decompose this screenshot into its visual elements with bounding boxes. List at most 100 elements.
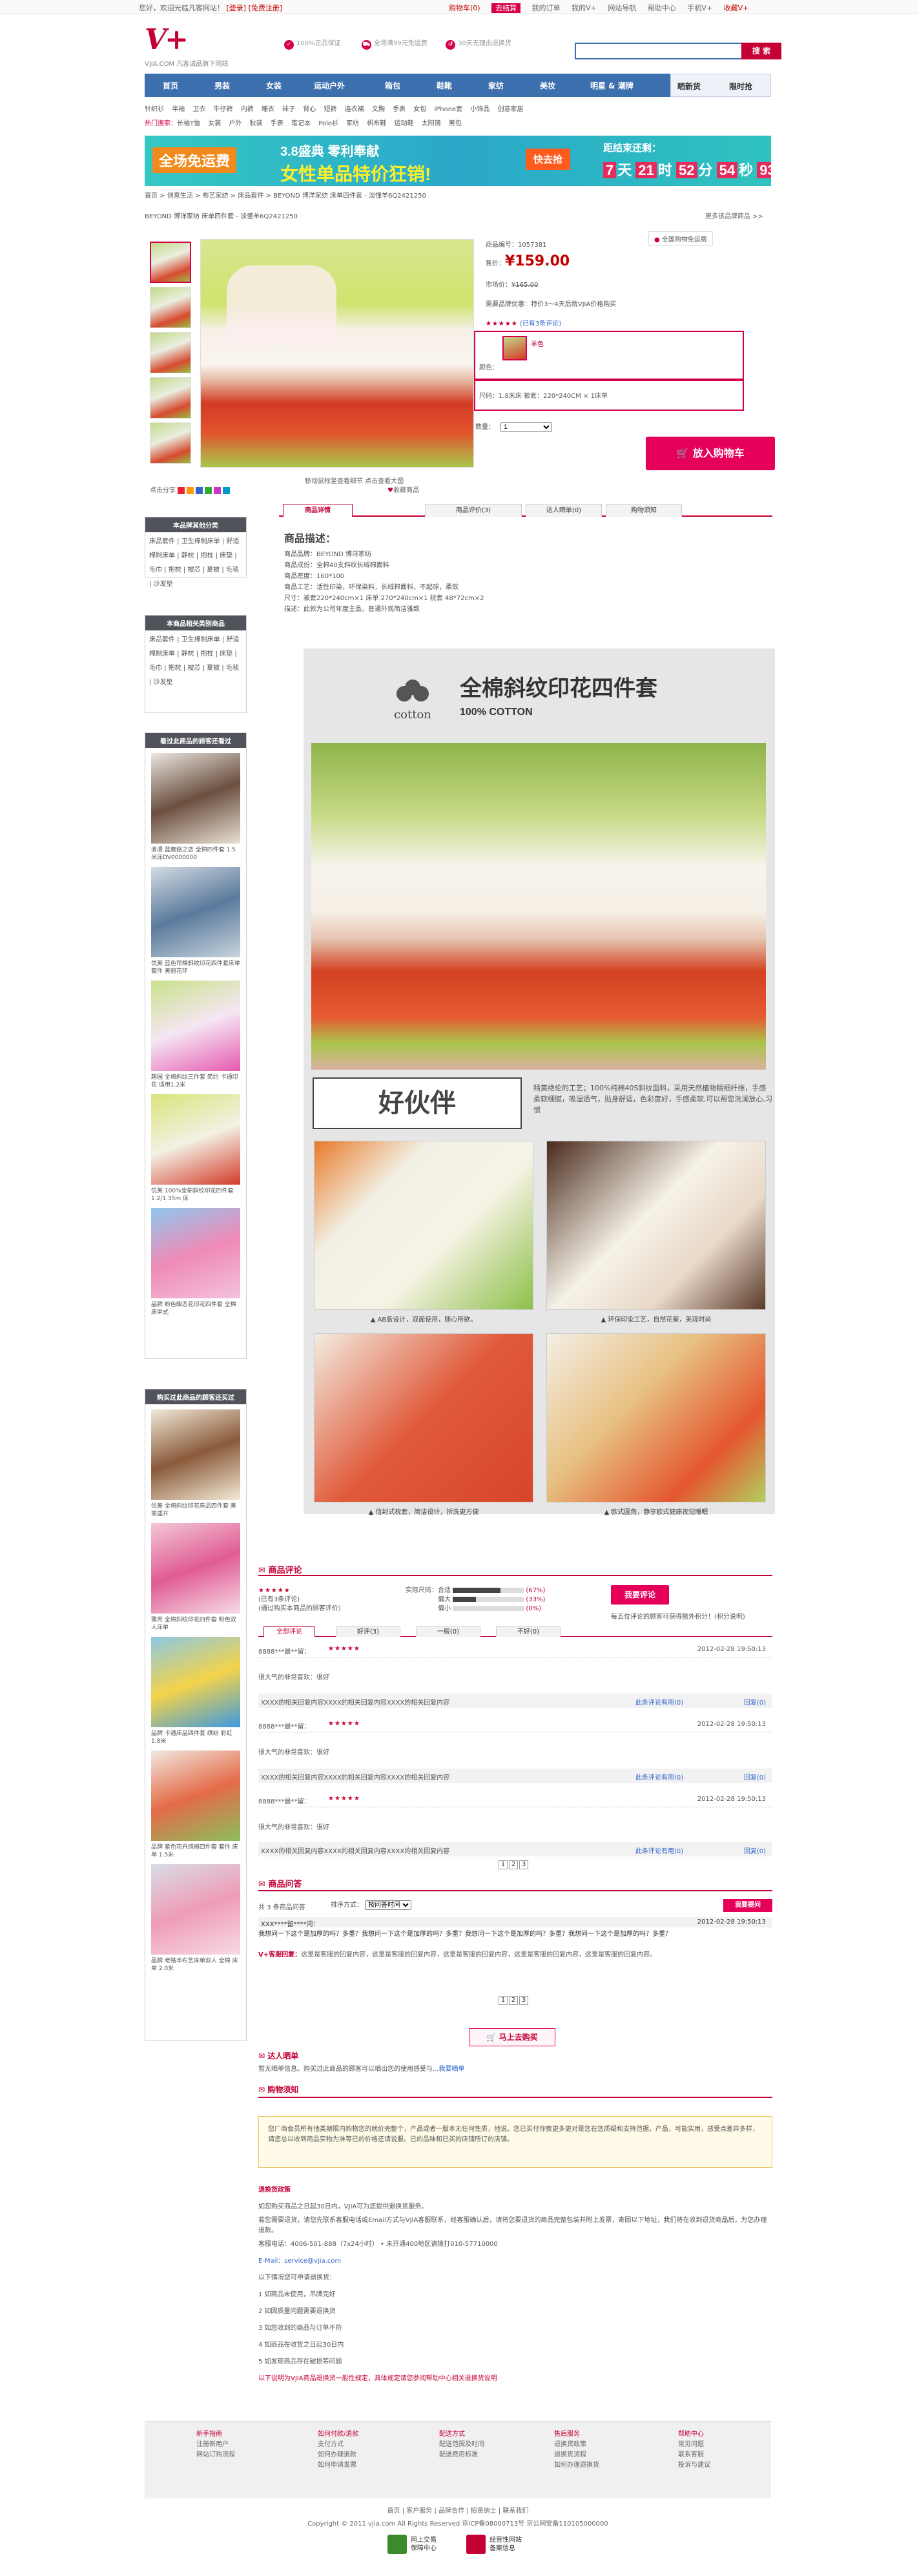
checkout-button[interactable]: 去结算 (491, 3, 521, 13)
reply-link[interactable]: 回复(0) (744, 1772, 766, 1781)
product-thumb[interactable] (151, 1094, 240, 1185)
share-icon[interactable] (223, 486, 230, 494)
thumbnail[interactable] (150, 287, 191, 328)
write-review-button[interactable]: 我要评论 (611, 1585, 669, 1605)
thumbnail[interactable] (150, 377, 191, 419)
side-product[interactable]: 品牌 粉色蝶恋花印花四件套 全棉 床单式 (151, 1208, 240, 1316)
help-link[interactable]: 帮助中心 (648, 4, 676, 12)
trust-badge[interactable]: 经营性网站 备案信息 (466, 2535, 522, 2554)
useful-link[interactable]: 此条评论有用(0) (635, 1697, 683, 1707)
reply-link[interactable]: 回复(0) (744, 1845, 766, 1855)
nav-stars[interactable]: 明星 & 潮牌 (590, 80, 634, 91)
side-product[interactable]: 雅芳 全棉斜纹印花四件套 粉色双人床单 (151, 1523, 240, 1632)
nav-bags[interactable]: 箱包 (385, 80, 400, 91)
register-link[interactable]: [免费注册] (249, 4, 283, 12)
search-input[interactable] (575, 43, 761, 59)
nav-home-textile[interactable]: 家纺 (488, 80, 504, 91)
fit-bars: 实际尺码：合适 (67%) 偏大 (33%) 偏小 (0%) (406, 1587, 546, 1612)
tab-details[interactable]: 商品详情 (283, 504, 353, 517)
share-icon[interactable] (205, 486, 212, 494)
my-account-link[interactable]: 我的V+ (572, 4, 597, 12)
share-icon[interactable] (214, 486, 221, 494)
thumbnail[interactable] (150, 242, 191, 283)
tab-all-reviews[interactable]: 全部评论 (263, 1626, 315, 1637)
mobile-link[interactable]: 手机V+ (687, 4, 712, 12)
showcase-link[interactable]: 我要晒单 (439, 2066, 465, 2073)
useful-link[interactable]: 此条评论有用(0) (635, 1845, 683, 1855)
add-to-cart-button[interactable]: 🛒 放入购物车 (646, 437, 775, 470)
rating[interactable]: ★★★★★ (已有3条评论) (486, 318, 772, 327)
product-thumb[interactable] (151, 1409, 240, 1500)
policy-link[interactable]: 以下说明为VJIA商品退换货一般性规定，具体规定请您参阅帮助中心相关退换货说明 (258, 2371, 772, 2387)
ask-question-button[interactable]: 我要提问 (723, 1899, 772, 1912)
trust-badge[interactable]: 网上交易 保障中心 (387, 2535, 437, 2554)
side-product[interactable]: 趣园 全棉斜纹三件套 简约 卡通印花 适用1.2米 (151, 981, 240, 1089)
search-button[interactable]: 搜 索 (741, 43, 781, 59)
nav-women[interactable]: 女装 (266, 80, 282, 91)
cart-link[interactable]: 购物车(0) (449, 4, 480, 12)
page-button[interactable]: 2 (509, 1860, 518, 1869)
banner-free-shipping: 全场免运费 (152, 147, 237, 173)
product-thumb[interactable] (151, 753, 240, 844)
go-buy-button[interactable]: 🛒 马上去购买 (469, 2028, 555, 2046)
tab-bad-reviews[interactable]: 不好(0) (496, 1626, 561, 1637)
page-button[interactable]: 1 (499, 1996, 508, 2005)
more-brand-link[interactable]: 更多该品牌商品 >> (705, 211, 763, 220)
nav-new-arrivals[interactable]: 晒新货 (677, 81, 701, 92)
side-product[interactable]: 品牌 卡通床品四件套 缤纷 彩虹 1.8米 (151, 1637, 240, 1745)
breadcrumb[interactable]: 首页 > 创意生活 > 布艺家纺 > 床品套件 > BEYOND 博洋家纺 床单… (145, 190, 426, 200)
side-product[interactable]: 优美 蓝色帘棉斜纹印花四件套床单套件 美丽花环 (151, 867, 240, 975)
side-product[interactable]: 品牌 紫色花卉纯棉四件套 套件 床单 1.5米 (151, 1750, 240, 1859)
quantity-select[interactable]: 1 (500, 422, 553, 432)
product-thumb[interactable] (151, 981, 240, 1071)
main-product-image[interactable] (200, 239, 474, 468)
site-logo[interactable]: V+ (145, 23, 189, 56)
nav-beauty[interactable]: 美妆 (540, 80, 555, 91)
review-points-note[interactable]: 每五位评论的顾客可获得额外积分！(积分说明) (611, 1611, 745, 1621)
login-link[interactable]: [登录] (227, 4, 247, 12)
share-icon[interactable] (187, 486, 194, 494)
side-product[interactable]: 品牌 老格丰布艺床单双人 全棉 床单 2.0米 (151, 1864, 240, 1973)
product-thumb[interactable] (151, 1208, 240, 1298)
side-product[interactable]: 浪漫 蓝蘑菇之恋 全棉四件套 1.5米床DV0000000 (151, 753, 240, 862)
thumbnail[interactable] (150, 422, 191, 464)
useful-link[interactable]: 此条评论有用(0) (635, 1772, 683, 1781)
product-thumb[interactable] (151, 1750, 240, 1841)
site-nav-link[interactable]: 网站导航 (608, 4, 636, 12)
zoom-hint[interactable]: 移动鼠标至查看细节 点击查看大图 (305, 475, 404, 485)
qa-sort-select[interactable]: 按问答时间 (365, 1900, 412, 1910)
tab-good-reviews[interactable]: 好评(3) (336, 1626, 400, 1637)
nav-home[interactable]: 首页 (163, 80, 178, 91)
side-product[interactable]: 优美 全棉斜纹印花床品四件套 美丽盛开 (151, 1409, 240, 1518)
promo-banner[interactable]: 全场免运费 3.8盛典 零利奉献 女性单品特价狂销! 快去抢 距结束还剩： 7天… (145, 136, 771, 186)
side-links[interactable]: 床品套件 | 卫生棉制床单 | 舒适棉制床单 | 静枕 | 抱枕 | 床垫 | … (145, 630, 246, 692)
side-links[interactable]: 床品套件 | 卫生棉制床单 | 舒适棉制床单 | 静枕 | 抱枕 | 床垫 | … (145, 532, 246, 594)
my-orders-link[interactable]: 我的订单 (532, 4, 561, 12)
side-product[interactable]: 优美 100%全棉斜纹印花四件套 1.2/1.35m 床 (151, 1094, 240, 1203)
reply-link[interactable]: 回复(0) (744, 1697, 766, 1707)
nav-flash-sale[interactable]: 限时抢 (729, 81, 752, 92)
share-icon[interactable] (196, 486, 203, 494)
tab-neutral-reviews[interactable]: 一般(0) (416, 1626, 480, 1637)
product-thumb[interactable] (151, 1637, 240, 1727)
color-swatch[interactable] (502, 336, 527, 360)
page-button[interactable]: 2 (509, 1996, 518, 2005)
page-button[interactable]: 3 (519, 1860, 528, 1869)
banner-go-button[interactable]: 快去抢 (526, 149, 571, 170)
tab-showcase[interactable]: 达人晒单(0) (526, 504, 602, 517)
favorite-link[interactable]: ♥收藏商品 (387, 484, 419, 494)
bookmark-link[interactable]: 收藏V+ (724, 4, 749, 12)
page-button[interactable]: 3 (519, 1996, 528, 2005)
share-icon[interactable] (178, 486, 185, 494)
tab-notice[interactable]: 购物须知 (606, 504, 682, 517)
product-thumb[interactable] (151, 1864, 240, 1955)
tab-reviews[interactable]: 商品评价(3) (425, 504, 522, 517)
footer-links[interactable]: 首页 | 客户服务 | 品牌合作 | 招贤纳士 | 联系我们 (145, 2505, 771, 2515)
nav-shoes[interactable]: 鞋靴 (437, 80, 452, 91)
thumbnail[interactable] (150, 332, 191, 373)
product-thumb[interactable] (151, 867, 240, 957)
nav-outdoor[interactable]: 运动户外 (314, 80, 345, 91)
page-button[interactable]: 1 (499, 1860, 508, 1869)
product-thumb[interactable] (151, 1523, 240, 1614)
nav-men[interactable]: 男装 (214, 80, 230, 91)
